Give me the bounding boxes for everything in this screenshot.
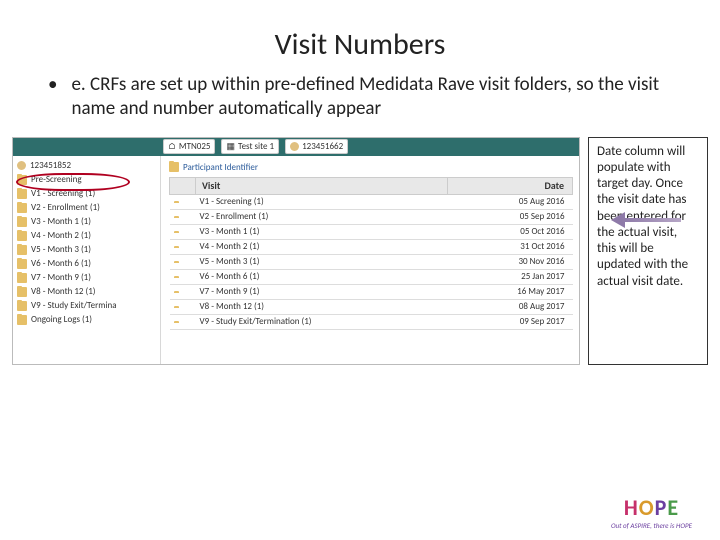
sidebar-item[interactable]: Pre-Screening (13, 173, 160, 187)
slide-title: Visit Numbers (0, 0, 720, 73)
folder-icon (17, 287, 27, 297)
visit-schedule-table: Visit Date V1 - Screening (1)05 Aug 2016… (169, 177, 573, 330)
sidebar-item[interactable]: V3 - Month 1 (1) (13, 215, 160, 229)
sidebar-item[interactable]: V5 - Month 3 (1) (13, 243, 160, 257)
sidebar-subject[interactable]: 123451852 (13, 159, 160, 173)
breadcrumb-subject[interactable]: 123451662 (285, 139, 348, 154)
folder-icon (169, 162, 179, 172)
col-header-visit: Visit (196, 177, 448, 194)
cell-visit: V9 - Study Exit/Termination (1) (196, 314, 448, 329)
breadcrumb-study[interactable]: ⌂ MTN025 (163, 139, 215, 154)
sidebar-item[interactable]: V8 - Month 12 (1) (13, 285, 160, 299)
table-row[interactable]: V9 - Study Exit/Termination (1)09 Sep 20… (170, 314, 573, 329)
callout-note: Date column will populate with target da… (588, 137, 708, 365)
folder-icon (17, 175, 27, 185)
cell-visit: V6 - Month 6 (1) (196, 269, 448, 284)
cell-date: 09 Sep 2017 (448, 314, 573, 329)
folder-icon (17, 245, 27, 255)
table-row[interactable]: V8 - Month 12 (1)08 Aug 2017 (170, 299, 573, 314)
home-icon: ⌂ (168, 141, 176, 152)
person-icon (290, 142, 299, 151)
bullet-text: e. CRFs are set up within pre-defined Me… (71, 73, 672, 121)
folder-icon (17, 189, 27, 199)
cell-date: 05 Aug 2016 (448, 194, 573, 209)
cell-visit: V2 - Enrollment (1) (196, 209, 448, 224)
cell-visit: V5 - Month 3 (1) (196, 254, 448, 269)
bullet-item: • e. CRFs are set up within pre-defined … (48, 73, 672, 121)
cell-visit: V1 - Screening (1) (196, 194, 448, 209)
sidebar-item[interactable]: V7 - Month 9 (1) (13, 271, 160, 285)
table-row[interactable]: V7 - Month 9 (1)16 May 2017 (170, 284, 573, 299)
folder-icon (17, 217, 27, 227)
table-row[interactable]: V5 - Month 3 (1)30 Nov 2016 (170, 254, 573, 269)
table-row[interactable]: V4 - Month 2 (1)31 Oct 2016 (170, 239, 573, 254)
folder-icon (17, 231, 27, 241)
cell-visit: V3 - Month 1 (1) (196, 224, 448, 239)
main-panel: Participant Identifier Visit Date V1 - S… (161, 156, 579, 364)
table-row[interactable]: V2 - Enrollment (1)05 Sep 2016 (170, 209, 573, 224)
breadcrumb-site[interactable]: ▦ Test site 1 (221, 139, 279, 154)
table-row[interactable]: V3 - Month 1 (1)05 Oct 2016 (170, 224, 573, 239)
folder-icon (17, 315, 27, 325)
sidebar-item[interactable]: Ongoing Logs (1) (13, 313, 160, 327)
cell-visit: V8 - Month 12 (1) (196, 299, 448, 314)
cell-date: 08 Aug 2017 (448, 299, 573, 314)
cell-date: 16 May 2017 (448, 284, 573, 299)
visit-tree-sidebar: 123451852 Pre-ScreeningV1 - Screening (1… (13, 156, 161, 364)
cell-visit: V4 - Month 2 (1) (196, 239, 448, 254)
participant-identifier-link[interactable]: Participant Identifier (183, 162, 258, 173)
breadcrumb-bar: ⌂ MTN025 ▦ Test site 1 123451662 (13, 138, 579, 156)
cell-date: 30 Nov 2016 (448, 254, 573, 269)
sidebar-item[interactable]: V6 - Month 6 (1) (13, 257, 160, 271)
cell-date: 05 Sep 2016 (448, 209, 573, 224)
cell-date: 31 Oct 2016 (448, 239, 573, 254)
site-icon: ▦ (226, 141, 235, 152)
table-row[interactable]: V1 - Screening (1)05 Aug 2016 (170, 194, 573, 209)
person-icon (17, 161, 26, 170)
folder-icon (17, 273, 27, 283)
hope-logo: HOPE Out of ASPIRE, there is HOPE (611, 494, 692, 530)
sidebar-item[interactable]: V9 - Study Exit/Termina (13, 299, 160, 313)
sidebar-item[interactable]: V2 - Enrollment (1) (13, 201, 160, 215)
bullet-dot: • (48, 73, 57, 121)
folder-icon (17, 259, 27, 269)
table-row[interactable]: V6 - Month 6 (1)25 Jan 2017 (170, 269, 573, 284)
rave-screenshot: ⌂ MTN025 ▦ Test site 1 123451662 1234518… (12, 137, 580, 365)
cell-date: 25 Jan 2017 (448, 269, 573, 284)
folder-icon (17, 301, 27, 311)
col-header-date: Date (448, 177, 573, 194)
folder-icon (17, 203, 27, 213)
sidebar-item[interactable]: V1 - Screening (1) (13, 187, 160, 201)
cell-date: 05 Oct 2016 (448, 224, 573, 239)
sidebar-item[interactable]: V4 - Month 2 (1) (13, 229, 160, 243)
cell-visit: V7 - Month 9 (1) (196, 284, 448, 299)
